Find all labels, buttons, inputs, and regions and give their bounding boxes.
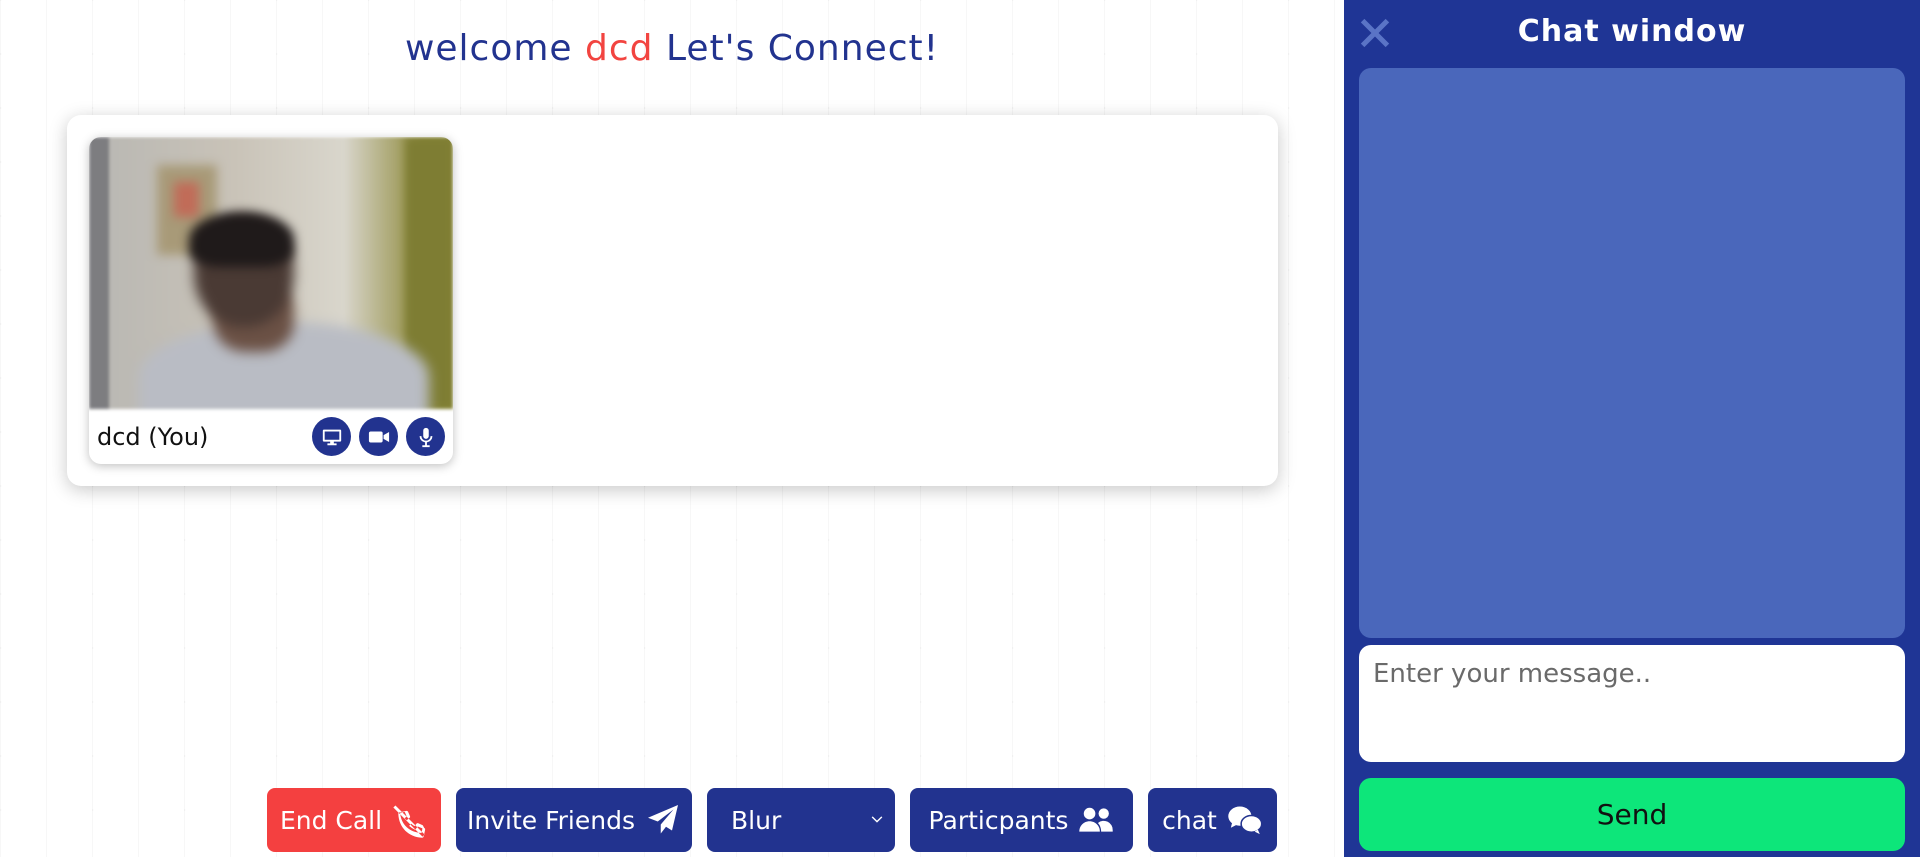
chat-message-input[interactable]	[1359, 645, 1905, 762]
welcome-prefix: welcome	[404, 28, 573, 69]
chat-label: chat	[1162, 805, 1217, 835]
camera-toggle-button[interactable]	[359, 417, 398, 456]
end-call-button[interactable]: End Call	[267, 788, 441, 852]
monitor-icon	[322, 429, 341, 445]
participants-button[interactable]: Particpants	[910, 788, 1133, 852]
invite-label: Invite Friends	[467, 805, 635, 835]
chat-toggle-button[interactable]: chat	[1148, 788, 1277, 852]
paper-plane-icon	[648, 805, 678, 834]
welcome-heading: welcome dcd Let's Connect!	[0, 28, 1344, 69]
video-feed	[89, 137, 453, 409]
phone-slash-icon	[393, 805, 426, 838]
mic-toggle-button[interactable]	[406, 417, 445, 456]
main-area: welcome dcd Let's Connect! dcd (You) End…	[0, 0, 1344, 857]
screen-share-button[interactable]	[312, 417, 351, 456]
tile-controls	[312, 417, 445, 456]
blur-selected-value: Blur	[731, 805, 782, 835]
end-call-label: End Call	[279, 805, 383, 835]
participant-name: dcd (You)	[97, 422, 209, 451]
video-tile: dcd (You)	[89, 137, 453, 464]
chat-title: Chat window	[1517, 14, 1747, 49]
welcome-username: dcd	[585, 28, 654, 69]
participants-label: Particpants	[928, 805, 1069, 835]
video-camera-icon	[368, 431, 389, 442]
video-grid: dcd (You)	[67, 115, 1278, 486]
video-tile-footer: dcd (You)	[89, 409, 453, 464]
invite-friends-button[interactable]: Invite Friends	[456, 788, 692, 852]
send-button[interactable]: Send	[1359, 778, 1905, 851]
welcome-suffix: Let's Connect!	[665, 28, 940, 69]
chat-messages	[1359, 68, 1905, 638]
background-effect-select[interactable]: Blur	[707, 788, 895, 852]
users-icon	[1079, 807, 1114, 832]
chevron-down-icon	[871, 816, 883, 823]
chat-panel: Chat window Send	[1344, 0, 1920, 857]
wechat-icon	[1228, 806, 1263, 835]
microphone-icon	[419, 427, 432, 447]
